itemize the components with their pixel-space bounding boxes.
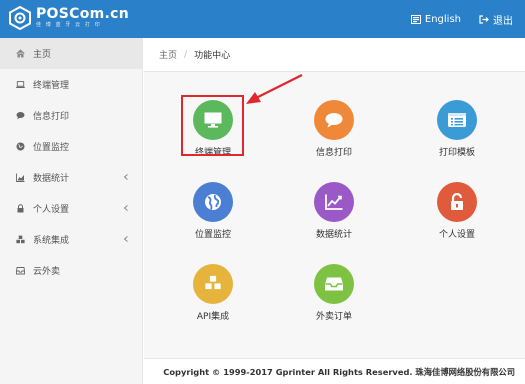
breadcrumb: 主页 / 功能中心	[144, 38, 525, 72]
tile-label: 位置监控	[194, 230, 231, 240]
top-navbar: POSCom.cn 佳 博 蓝 牙 云 打 印 English 退出	[0, 0, 525, 38]
inbox-icon	[314, 264, 354, 304]
sign-out-icon	[479, 15, 489, 24]
tile-label: 个人设置	[438, 230, 475, 240]
logo-hexagon-icon	[9, 6, 31, 30]
sidebar-item-location[interactable]: 位置监控	[0, 131, 142, 162]
language-flag-icon	[410, 15, 421, 24]
sidebar-item-label: 主页	[33, 50, 52, 60]
tile-label: API集成	[196, 312, 230, 322]
sidebar-item-integration[interactable]: 系统集成	[0, 224, 142, 255]
tile-label: 打印模板	[438, 148, 475, 158]
inbox-icon	[16, 266, 25, 275]
globe-icon	[193, 182, 233, 222]
tile-label: 信息打印	[315, 148, 352, 158]
tile-label: 外卖订单	[315, 312, 352, 322]
breadcrumb-current: 功能中心	[194, 51, 231, 61]
sidebar-item-settings[interactable]: 个人设置	[0, 193, 142, 224]
sidebar-item-label: 个人设置	[33, 205, 70, 215]
breadcrumb-separator: /	[184, 49, 188, 60]
tile-print-template[interactable]: 打印模板	[412, 100, 502, 176]
cubes-icon	[193, 264, 233, 304]
home-icon	[16, 49, 25, 58]
sidebar-item-label: 终端管理	[33, 81, 70, 91]
comment-icon	[16, 111, 25, 120]
area-chart-icon	[16, 173, 25, 182]
sidebar-item-label: 系统集成	[33, 236, 70, 246]
language-label: English	[424, 14, 461, 25]
comment-icon	[314, 100, 354, 140]
breadcrumb-home-link[interactable]: 主页	[159, 48, 177, 61]
sidebar-item-label: 数据统计	[33, 174, 70, 184]
footer: Copyright © 1999-2017 Gprinter All Right…	[144, 358, 525, 384]
tile-takeout-orders[interactable]: 外卖订单	[289, 264, 379, 340]
sidebar-item-label: 信息打印	[33, 112, 70, 122]
tile-message-print[interactable]: 信息打印	[289, 100, 379, 176]
logout-label: 退出	[493, 16, 513, 27]
globe-icon	[16, 142, 25, 151]
sidebar-item-takeout[interactable]: 云外卖	[0, 255, 142, 286]
annotation-arrow-icon	[246, 74, 303, 104]
tile-api-integration[interactable]: API集成	[168, 264, 258, 340]
sidebar-item-print[interactable]: 信息打印	[0, 100, 142, 131]
sidebar-item-home[interactable]: 主页	[0, 38, 142, 69]
sidebar-item-label: 位置监控	[33, 143, 70, 153]
tile-data-statistics[interactable]: 数据统计	[289, 182, 379, 258]
sidebar-item-terminal[interactable]: 终端管理	[0, 69, 142, 100]
footer-copyright: Copyright © 1999-2017 Gprinter All Right…	[163, 366, 515, 377]
sidebar-item-label: 云外卖	[33, 267, 61, 277]
laptop-icon	[16, 80, 25, 89]
sidebar-item-stats[interactable]: 数据统计	[0, 162, 142, 193]
brand-tagline: 佳 博 蓝 牙 云 打 印	[36, 22, 102, 28]
list-card-icon	[437, 100, 477, 140]
tile-location-monitor[interactable]: 位置监控	[168, 182, 258, 258]
tile-personal-settings[interactable]: 个人设置	[412, 182, 502, 258]
chevron-left-icon	[123, 174, 128, 180]
chevron-left-icon	[123, 205, 128, 211]
chevron-left-icon	[123, 236, 128, 242]
language-switch-button[interactable]: English	[410, 14, 461, 25]
line-chart-icon	[314, 182, 354, 222]
logout-button[interactable]: 退出	[479, 12, 513, 27]
tile-label: 数据统计	[315, 230, 352, 240]
lock-icon	[16, 204, 25, 213]
lock-open-icon	[437, 182, 477, 222]
cubes-icon	[16, 235, 25, 244]
sidebar: 主页 终端管理 信息打印 位置监控 数据统计 个人设置 系统集成 云外卖	[0, 38, 143, 384]
brand-logo[interactable]: POSCom.cn 佳 博 蓝 牙 云 打 印	[8, 6, 129, 30]
annotation-highlight-box	[181, 95, 244, 156]
brand-name: POSCom.cn	[36, 6, 130, 22]
